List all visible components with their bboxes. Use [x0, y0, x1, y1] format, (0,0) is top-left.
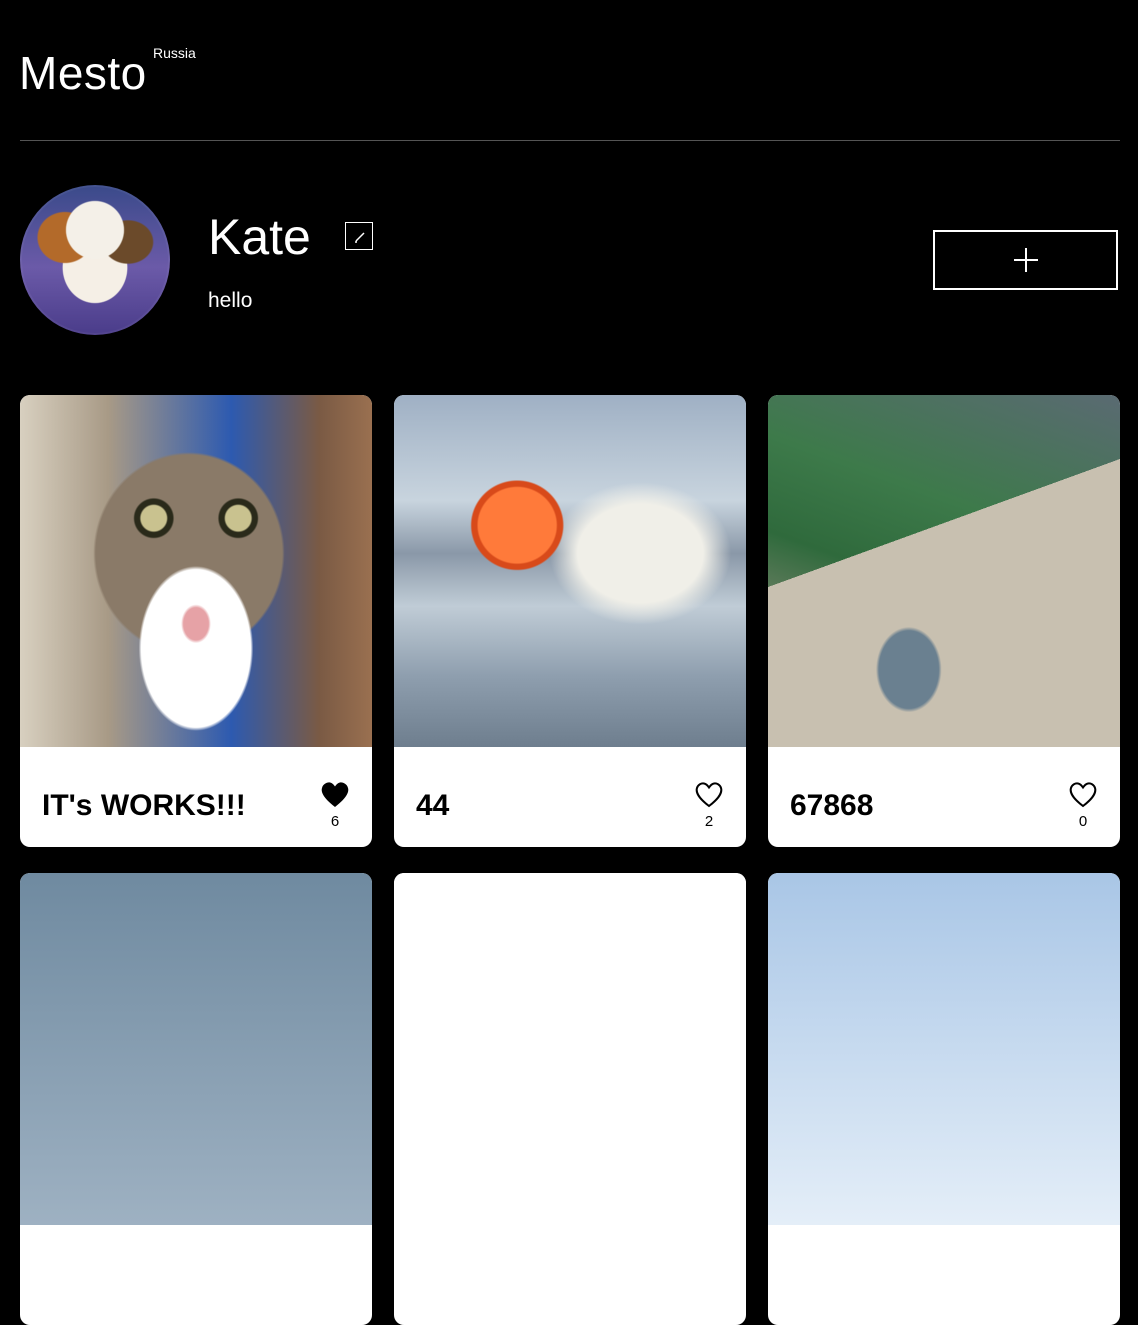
like-button[interactable] [320, 781, 350, 809]
profile-about: hello [208, 289, 253, 312]
heart-outline-icon [695, 782, 723, 808]
heart-outline-icon [1069, 782, 1097, 808]
edit-profile-button[interactable] [345, 222, 373, 250]
card [20, 873, 372, 1325]
like-button[interactable] [694, 781, 724, 809]
like-count: 2 [704, 813, 714, 830]
card-title: IT's WORKS!!! [42, 789, 246, 822]
profile-name: Kate [208, 209, 311, 265]
header-divider [20, 140, 1120, 141]
card-title: 44 [416, 789, 450, 822]
plus-icon [1014, 248, 1038, 272]
card-image[interactable] [20, 873, 372, 1225]
card [768, 873, 1120, 1325]
like-count: 0 [1078, 813, 1088, 830]
like-count: 6 [330, 813, 340, 830]
like-button[interactable] [1068, 781, 1098, 809]
card-image[interactable] [394, 395, 746, 747]
logo: Mesto [19, 47, 147, 99]
card-image[interactable] [394, 873, 746, 1225]
card-image[interactable] [20, 395, 372, 747]
card-image[interactable] [768, 873, 1120, 1225]
card: IT's WORKS!!! 6 [20, 395, 372, 847]
card-image[interactable] [768, 395, 1120, 747]
pencil-icon [355, 232, 365, 243]
card-title: 67868 [790, 789, 874, 822]
logo-country: Russia [153, 45, 196, 61]
card: 67868 0 [768, 395, 1120, 847]
avatar[interactable] [20, 185, 170, 335]
add-card-button[interactable] [933, 230, 1118, 290]
heart-filled-icon [321, 782, 349, 807]
card [394, 873, 746, 1325]
card: 44 2 [394, 395, 746, 847]
